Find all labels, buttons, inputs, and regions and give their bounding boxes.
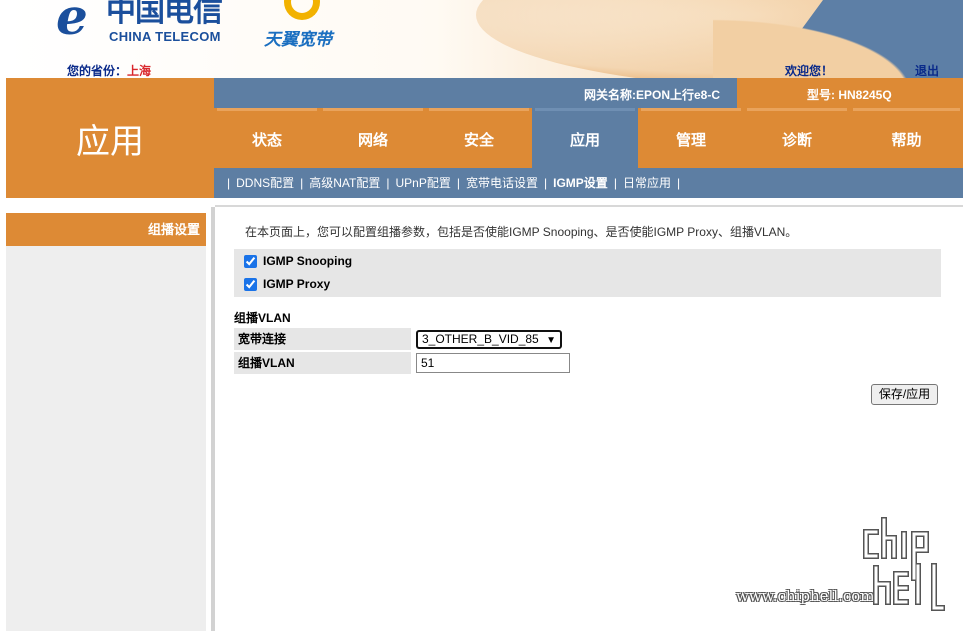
sidebar-item-multicast[interactable]: 组播设置 [6,213,206,246]
tab-application[interactable]: 应用 [532,108,638,168]
logout-link[interactable]: 退出 [915,62,939,79]
igmp-options-panel: IGMP Snooping IGMP Proxy [234,249,941,297]
igmp-proxy-option[interactable]: IGMP Proxy [244,274,330,294]
wan-connection-value: 3_OTHER_B_VID_85 [422,332,539,346]
wan-connection-select[interactable]: 3_OTHER_B_VID_85 ▼ [416,330,562,349]
igmp-proxy-label: IGMP Proxy [263,277,331,291]
tianyi-text: 天翼宽带 [264,30,332,50]
model-box: 型号: HN8245Q [737,78,963,108]
china-telecom-e-mark: e [56,0,88,46]
main-tabs: 状态 网络 安全 应用 管理 诊断 帮助 [214,108,963,168]
content-top-border [215,205,963,207]
tab-help[interactable]: 帮助 [850,108,963,168]
save-apply-button[interactable]: 保存/应用 [871,384,938,405]
submenu-daily-apps[interactable]: 日常应用 [623,176,671,190]
multicast-vlan-label: 组播VLAN [234,352,411,374]
chevron-down-icon: ▼ [546,335,556,346]
tab-status[interactable]: 状态 [214,108,320,168]
province-value: 上海 [127,64,152,78]
gateway-info-bar: 网关名称:EPON上行e8-C 型号: HN8245Q [214,78,963,108]
tianyi-ring-icon [284,0,320,20]
section-title-block: 应用 [6,78,214,198]
watermark-url: www.chiphell.com [736,587,875,605]
igmp-proxy-checkbox[interactable] [244,277,257,291]
sidebar-divider [211,207,215,631]
submenu-voip[interactable]: 宽带电话设置 [466,176,538,190]
submenu-separator: | [386,176,390,190]
chiphell-watermark-logo [863,517,945,611]
submenu-ddns[interactable]: DDNS配置 [236,176,294,190]
submenu-separator: | [456,176,460,190]
submenu-advanced-nat[interactable]: 高级NAT配置 [309,176,380,190]
submenu-igmp[interactable]: IGMP设置 [553,176,608,190]
sidebar: 组播设置 [6,213,206,631]
submenu-separator: | [300,176,304,190]
multicast-vlan-input[interactable]: 51 [416,353,570,373]
china-telecom-en-text: CHINA TELECOM [109,29,221,44]
tab-management[interactable]: 管理 [638,108,744,168]
submenu-upnp[interactable]: UPnP配置 [396,176,451,190]
tab-diagnostics[interactable]: 诊断 [744,108,850,168]
welcome-text: 欢迎您！ [785,64,834,78]
wan-connection-label: 宽带连接 [234,328,411,350]
section-title: 应用 [76,122,144,162]
china-telecom-logo: e 中国电信 CHINA TELECOM [54,0,234,48]
igmp-snooping-option[interactable]: IGMP Snooping [244,251,352,271]
submenu-separator: | [544,176,548,190]
model-name: 型号: HN8245Q [807,88,892,102]
province-info: 您的省份：上海 [67,62,151,79]
tianyi-broadband-logo: 天翼宽带 [264,0,354,50]
gateway-name: 网关名称:EPON上行e8-C [584,88,721,102]
submenu-separator: | [227,176,231,190]
sub-menu: | DDNS配置 | 高级NAT配置 | UPnP配置 | 宽带电话设置 | IGMP设置 | 日常应… [214,168,963,198]
vlan-section-title: 组播VLAN [234,311,291,325]
submenu-separator: | [613,176,617,190]
submenu-separator: | [676,176,681,190]
page-description: 在本页面上，您可以配置组播参数，包括是否使能IGMP Snooping、是否使能… [245,225,798,239]
china-telecom-cn-text: 中国电信 [106,0,223,29]
igmp-snooping-checkbox[interactable] [244,254,257,268]
igmp-snooping-label: IGMP Snooping [263,254,353,268]
province-label: 您的省份： [67,64,128,78]
tab-security[interactable]: 安全 [426,108,532,168]
tab-network[interactable]: 网络 [320,108,426,168]
